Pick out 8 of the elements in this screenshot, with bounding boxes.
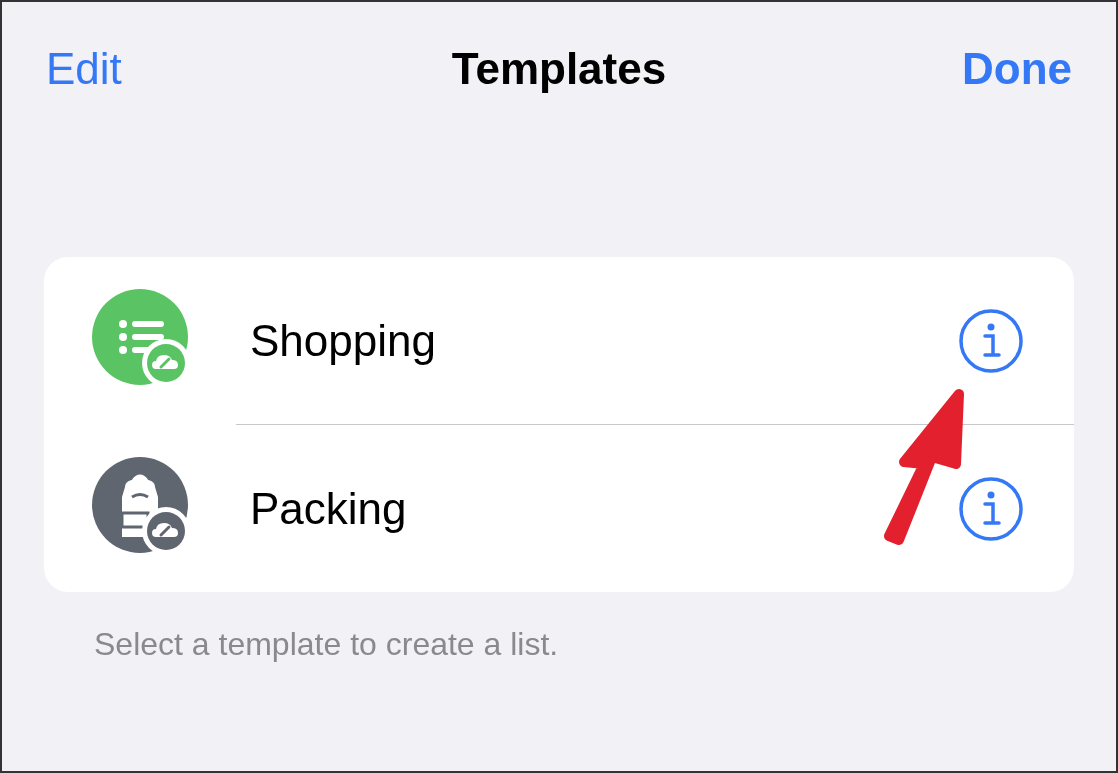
edit-button[interactable]: Edit [46,36,246,102]
screen-title: Templates [451,43,667,95]
template-name[interactable]: Packing [250,475,958,542]
info-icon[interactable] [958,475,1024,542]
footer-text: Select a template to create a list. [94,625,560,664]
info-icon[interactable] [958,307,1024,374]
template-name[interactable]: Shopping [250,307,958,374]
done-button[interactable]: Done [872,36,1072,102]
